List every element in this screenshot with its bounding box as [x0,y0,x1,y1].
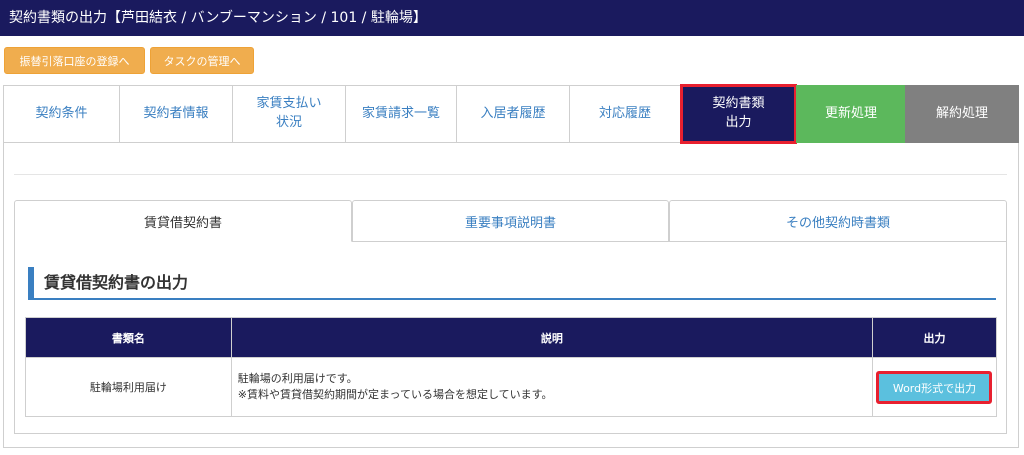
document-subtabs: 賃貸借契約書 重要事項説明書 その他契約時書類 [14,200,1007,242]
tab-label: 家賃請求一覧 [361,105,440,121]
subtab-label: その他契約時書類 [785,215,890,231]
bank-account-registration-button[interactable]: 振替引落口座の登録へ [4,47,145,74]
tab-label: 解約処理 [935,105,988,121]
subtab-label: 賃貸借契約書 [143,215,222,231]
tab-rent-billing-list[interactable]: 家賃請求一覧 [345,85,457,143]
tab-cancellation[interactable]: 解約処理 [905,85,1019,143]
subtab-important-matters[interactable]: 重要事項説明書 [352,200,669,242]
document-table: 書類名 説明 出力 駐輪場利用届け 駐輪場の利用届けです。 ※賃料や賃貸借契約期… [25,317,998,417]
tab-label: 家賃支払い 状況 [256,96,322,130]
tab-contract-conditions[interactable]: 契約条件 [3,85,120,143]
tab-label: 契約書類 出力 [712,96,765,130]
divider [14,174,1007,175]
tab-response-history[interactable]: 対応履歴 [569,85,681,143]
description-note: ※賃料や賃貸借契約期間が定まっている場合を想定しています。 [237,388,553,401]
tab-tenant-history[interactable]: 入居者履歴 [456,85,570,143]
section-heading: 賃貸借契約書の出力 [28,267,996,300]
table-row: 駐輪場利用届け 駐輪場の利用届けです。 ※賃料や賃貸借契約期間が定まっている場合… [25,357,998,417]
tab-label: 契約条件 [35,105,88,121]
tab-label: 対応履歴 [598,105,651,121]
subtab-label: 重要事項説明書 [464,215,556,231]
word-export-button[interactable]: Word形式で出力 [876,370,993,404]
tab-rent-payment-status[interactable]: 家賃支払い 状況 [232,85,346,143]
table-header-row: 書類名 説明 出力 [25,317,998,358]
header-output: 出力 [871,317,998,358]
tab-label: 契約者情報 [143,105,209,121]
output-cell: Word形式で出力 [871,357,998,417]
document-name: 駐輪場利用届け [25,357,232,417]
tab-label: 入居者履歴 [480,105,546,121]
subtab-other-contract-documents[interactable]: その他契約時書類 [669,200,1007,242]
header-description: 説明 [230,317,873,358]
tab-contractor-info[interactable]: 契約者情報 [119,85,233,143]
header-document-name: 書類名 [25,317,232,358]
tab-label: 更新処理 [824,105,877,121]
page-title: 契約書類の出力【芦田結衣 / バンブーマンション / 101 / 駐輪場】 [0,0,1024,36]
tab-renewal[interactable]: 更新処理 [796,85,906,143]
main-tabs: 契約条件 契約者情報 家賃支払い 状況 家賃請求一覧 入居者履歴 対応履歴 契約… [3,84,1019,144]
task-management-button[interactable]: タスクの管理へ [150,47,254,74]
tab-contract-documents-output[interactable]: 契約書類 出力 [680,84,797,144]
subtab-lease-contract[interactable]: 賃貸借契約書 [14,200,352,242]
description-line: 駐輪場の利用届けです。 [237,372,358,386]
document-description: 駐輪場の利用届けです。 ※賃料や賃貸借契約期間が定まっている場合を想定しています… [230,357,873,417]
